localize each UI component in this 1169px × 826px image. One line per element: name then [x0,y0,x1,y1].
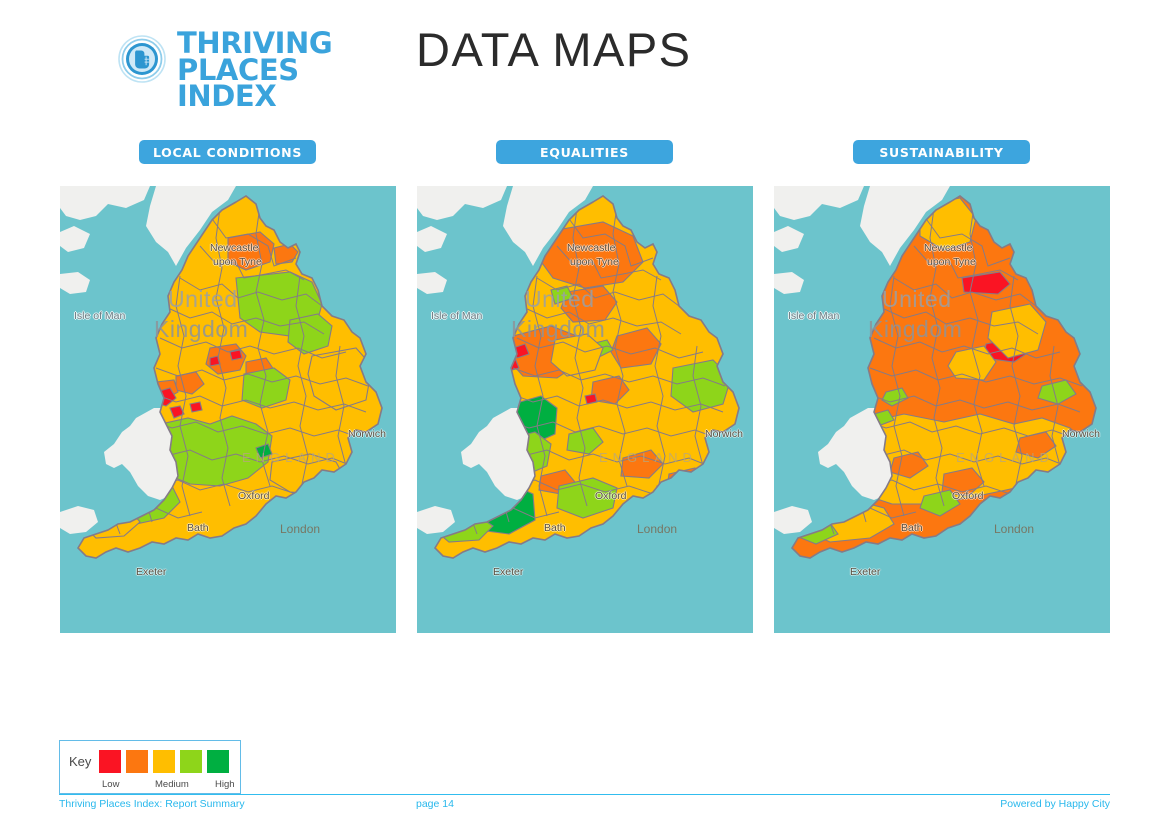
section-pill-label: LOCAL CONDITIONS [152,144,303,160]
section-pill-equalities[interactable]: EQUALITIES [496,140,673,164]
map-local-conditions[interactable]: Isle of Man United Kingdom Newcastle upo… [60,186,396,633]
footer-powered-by: Powered by Happy City [1000,798,1110,810]
section-pill-label: SUSTAINABILITY [879,144,1004,160]
key-swatch-medium [153,750,176,773]
map-equalities[interactable]: Isle of Man United Kingdom Newcastle upo… [417,186,753,633]
key-tick-row: Low Medium High [69,779,235,793]
section-pill-sustainability[interactable]: SUSTAINABILITY [853,140,1030,164]
section-pill-label: EQUALITIES [540,144,629,160]
map-key-legend: Key Low Medium High [59,740,241,794]
brand-logo: THRIVING PLACES INDEX [118,29,333,114]
footer-report-name: Thriving Places Index: Report Summary [59,798,245,810]
key-swatch-low-medium [126,750,149,773]
footer-page-number: page 14 [416,798,454,810]
key-title: Key [69,754,92,769]
logo-line-3: INDEX [177,79,277,114]
report-page: THRIVING PLACES INDEX DATA MAPS LOCAL CO… [0,0,1169,826]
footer-divider [59,794,1110,795]
key-tick-medium: Medium [155,779,189,790]
key-tick-low: Low [102,779,120,790]
section-pill-local-conditions[interactable]: LOCAL CONDITIONS [139,140,316,164]
key-swatch-medium-high [180,750,203,773]
key-swatch-low [99,750,122,773]
map-sustainability[interactable]: Isle of Man United Kingdom Newcastle upo… [774,186,1110,633]
key-swatch-row: Key [69,750,234,773]
thriving-places-badge-icon [118,35,166,83]
key-swatch-high [207,750,230,773]
key-tick-high: High [215,779,235,790]
page-title: DATA MAPS [416,23,692,76]
